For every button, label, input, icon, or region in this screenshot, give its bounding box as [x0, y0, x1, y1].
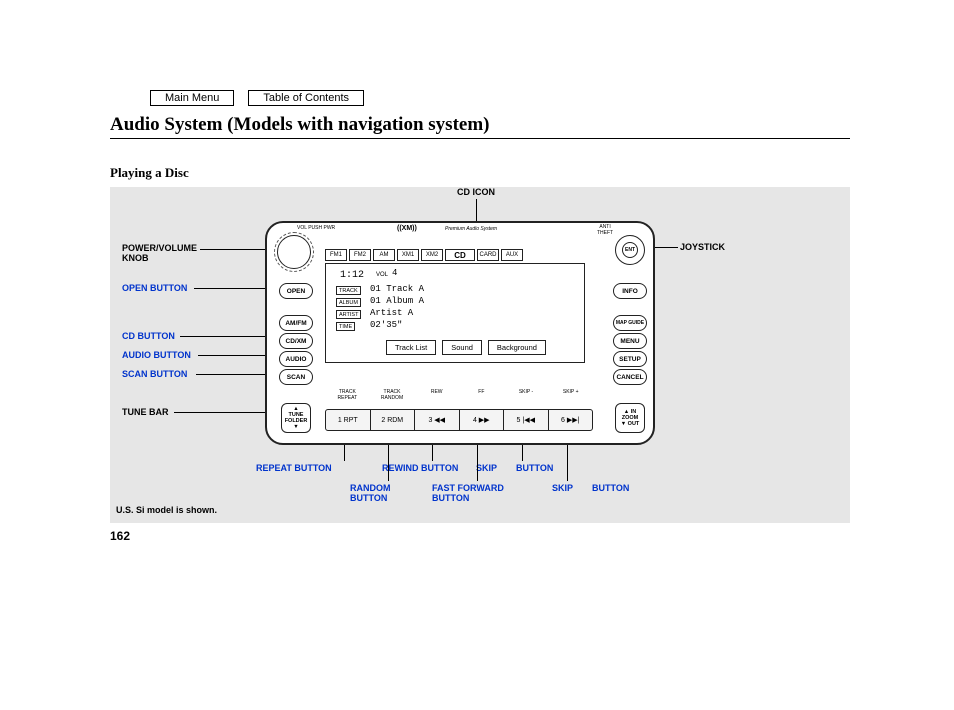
- cancel-button[interactable]: CANCEL: [613, 369, 647, 385]
- album-label: ALBUM: [336, 298, 361, 307]
- main-menu-button[interactable]: Main Menu: [150, 90, 234, 106]
- vol-value: 4: [392, 268, 397, 278]
- artist-label: ARTIST: [336, 310, 361, 319]
- time-value: 02'35": [370, 320, 402, 330]
- cdxm-button[interactable]: CD/XM: [279, 333, 313, 349]
- zoom-out-icon: ▼ OUT: [621, 421, 640, 427]
- time-label: TIME: [336, 322, 355, 331]
- track-value: 01 Track A: [370, 284, 424, 294]
- page-number: 162: [110, 529, 850, 543]
- callout-skip-minus-skip: SKIP: [476, 463, 497, 473]
- preset-labels: TRACK REPEAT TRACK RANDOM REW FF SKIP - …: [325, 389, 593, 401]
- zoom-bar[interactable]: ▲ IN ZOOM ▼ OUT: [615, 403, 645, 433]
- callout-open-button: OPEN BUTTON: [122, 283, 187, 293]
- tab-xm1[interactable]: XM1: [397, 249, 419, 261]
- soft-background[interactable]: Background: [488, 340, 546, 355]
- callout-audio-button: AUDIO BUTTON: [122, 350, 191, 360]
- preset-3-rew[interactable]: 3 ◀◀: [415, 410, 460, 430]
- section-heading: Playing a Disc: [110, 165, 850, 181]
- anti-theft-label: ANTI THEFT: [597, 224, 613, 236]
- callout-repeat-button: REPEAT BUTTON: [256, 463, 332, 473]
- tab-fm1[interactable]: FM1: [325, 249, 347, 261]
- footnote: U.S. Si model is shown.: [116, 505, 217, 515]
- tab-am[interactable]: AM: [373, 249, 395, 261]
- diagram-panel: CD ICON POWER/VOLUME KNOB OPEN BUTTON CD…: [110, 187, 850, 523]
- callout-skip-plus-button: BUTTON: [592, 483, 629, 493]
- callout-random-button: RANDOM BUTTON: [350, 483, 391, 503]
- callout-power-volume: POWER/VOLUME KNOB: [122, 243, 197, 263]
- tab-card[interactable]: CARD: [477, 249, 499, 261]
- xm-logo: ((XM)): [397, 225, 417, 232]
- callout-cd-button: CD BUTTON: [122, 331, 175, 341]
- page-title: Audio System (Models with navigation sys…: [110, 114, 850, 139]
- preset-4-ff[interactable]: 4 ▶▶: [460, 410, 505, 430]
- power-volume-knob[interactable]: [277, 235, 311, 269]
- tab-aux[interactable]: AUX: [501, 249, 523, 261]
- tab-xm2[interactable]: XM2: [421, 249, 443, 261]
- audio-button[interactable]: AUDIO: [279, 351, 313, 367]
- callout-cd-icon: CD ICON: [457, 187, 495, 197]
- callout-scan-button: SCAN BUTTON: [122, 369, 187, 379]
- soft-track-list[interactable]: Track List: [386, 340, 436, 355]
- preset-1-rpt[interactable]: 1 RPT: [326, 410, 371, 430]
- map-button[interactable]: MAP GUIDE: [613, 315, 647, 331]
- album-value: 01 Album A: [370, 296, 424, 306]
- vol-label: VOL: [376, 272, 388, 278]
- callout-skip-plus-skip: SKIP: [552, 483, 573, 493]
- tab-fm2[interactable]: FM2: [349, 249, 371, 261]
- setup-button[interactable]: SETUP: [613, 351, 647, 367]
- callout-fast-forward: FAST FORWARD BUTTON: [432, 483, 504, 503]
- premium-audio-label: Premium Audio System: [445, 226, 497, 232]
- callout-rewind-button: REWIND BUTTON: [382, 463, 458, 473]
- soft-sound[interactable]: Sound: [442, 340, 482, 355]
- clock-time: 1:12: [340, 270, 364, 281]
- preset-strip: 1 RPT 2 RDM 3 ◀◀ 4 ▶▶ 5 |◀◀ 6 ▶▶|: [325, 409, 593, 431]
- info-button[interactable]: INFO: [613, 283, 647, 299]
- amfm-button[interactable]: AM/FM: [279, 315, 313, 331]
- preset-2-rdm[interactable]: 2 RDM: [371, 410, 416, 430]
- preset-5-skip-back[interactable]: 5 |◀◀: [504, 410, 549, 430]
- scan-button[interactable]: SCAN: [279, 369, 313, 385]
- callout-skip-minus-button: BUTTON: [516, 463, 553, 473]
- tune-down-icon: ▼: [293, 424, 298, 430]
- track-label: TRACK: [336, 286, 361, 295]
- menu-button[interactable]: MENU: [613, 333, 647, 349]
- display-screen: 1:12 VOL 4 TRACK 01 Track A ALBUM 01 Alb…: [325, 263, 585, 363]
- source-tabs: FM1 FM2 AM XM1 XM2 CD CARD AUX: [325, 249, 523, 261]
- open-button[interactable]: OPEN: [279, 283, 313, 299]
- artist-value: Artist A: [370, 308, 413, 318]
- ent-button[interactable]: ENT: [622, 242, 638, 258]
- tab-cd[interactable]: CD: [445, 249, 475, 261]
- tune-bar[interactable]: ▲ TUNE FOLDER ▼: [281, 403, 311, 433]
- callout-tune-bar: TUNE BAR: [122, 407, 169, 417]
- head-unit: VOL PUSH PWR ((XM)) Premium Audio System…: [265, 221, 655, 445]
- toc-button[interactable]: Table of Contents: [248, 90, 364, 106]
- callout-joystick: JOYSTICK: [680, 242, 725, 252]
- vol-pwr-label: VOL PUSH PWR: [297, 225, 335, 231]
- preset-6-skip-fwd[interactable]: 6 ▶▶|: [549, 410, 593, 430]
